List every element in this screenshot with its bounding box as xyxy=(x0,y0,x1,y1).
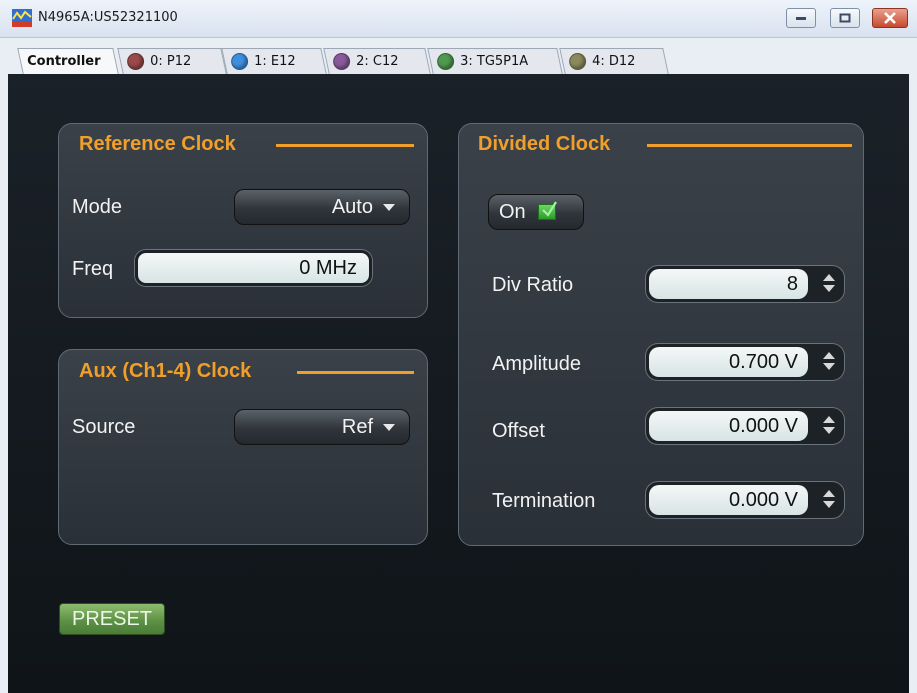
source-value: Ref xyxy=(341,415,373,438)
amplitude-label: Amplitude xyxy=(492,353,581,375)
div-ratio-value: 8 xyxy=(649,269,808,299)
spin-arrows-icon[interactable] xyxy=(822,416,836,436)
termination-value: 0.000 V xyxy=(649,485,808,515)
tab-label: Controller xyxy=(27,54,101,69)
spin-arrows-icon[interactable] xyxy=(822,352,836,372)
aux-clock-group: Aux (Ch1-4) Clock Source Ref xyxy=(58,349,428,545)
checkmark-icon xyxy=(537,201,557,220)
divided-clock-toggle[interactable]: On xyxy=(488,194,584,230)
div-ratio-label: Div Ratio xyxy=(492,274,574,296)
group-title: Divided Clock xyxy=(478,133,611,155)
maximize-icon xyxy=(839,13,851,23)
status-dot-icon xyxy=(569,53,587,70)
group-divider xyxy=(647,144,852,147)
mode-value: Auto xyxy=(331,195,373,218)
group-title: Reference Clock xyxy=(79,133,236,155)
tab-tg5p1a[interactable]: 3: TG5P1A xyxy=(427,48,563,74)
offset-label: Offset xyxy=(492,420,545,442)
mode-label: Mode xyxy=(72,196,123,218)
app-icon xyxy=(12,9,32,27)
close-icon xyxy=(884,12,896,24)
amplitude-value: 0.700 V xyxy=(649,347,808,377)
tab-label: 4: D12 xyxy=(592,54,636,69)
freq-label: Freq xyxy=(72,258,114,280)
offset-value: 0.000 V xyxy=(649,411,808,441)
close-button[interactable] xyxy=(872,8,908,28)
status-dot-icon xyxy=(333,53,351,70)
tab-e12[interactable]: 1: E12 xyxy=(221,48,327,74)
tab-label: 0: P12 xyxy=(150,54,192,69)
tab-controller[interactable]: Controller xyxy=(17,48,119,74)
title-bar: N4965A:US52321100 xyxy=(0,0,917,38)
source-label: Source xyxy=(72,416,136,438)
tab-c12[interactable]: 2: C12 xyxy=(323,48,431,74)
freq-value: 0 MHz xyxy=(299,256,357,279)
status-dot-icon xyxy=(437,53,455,70)
tab-p12[interactable]: 0: P12 xyxy=(117,48,227,74)
status-dot-icon xyxy=(231,53,249,70)
preset-button[interactable]: PRESET xyxy=(59,603,165,635)
offset-spinbox[interactable]: 0.000 V xyxy=(646,408,844,444)
source-dropdown[interactable]: Ref xyxy=(234,409,410,445)
termination-spinbox[interactable]: 0.000 V xyxy=(646,482,844,518)
tab-label: 2: C12 xyxy=(356,54,399,69)
reference-clock-group: Reference Clock Mode Auto Freq 0 MHz xyxy=(58,123,428,318)
divided-clock-group: Divided Clock On Div Ratio 8 Amplitude 0… xyxy=(458,123,864,546)
window-frame xyxy=(909,74,917,693)
group-divider xyxy=(276,144,414,147)
window-title: N4965A:US52321100 xyxy=(38,10,178,25)
group-title: Aux (Ch1-4) Clock xyxy=(79,360,252,382)
amplitude-spinbox[interactable]: 0.700 V xyxy=(646,344,844,380)
tab-label: 3: TG5P1A xyxy=(460,54,529,69)
controller-panel: Reference Clock Mode Auto Freq 0 MHz Aux… xyxy=(8,74,909,693)
tab-d12[interactable]: 4: D12 xyxy=(559,48,669,74)
tab-strip: Controller 0: P12 1: E12 2: C12 3: TG5P1… xyxy=(0,38,917,74)
div-ratio-spinbox[interactable]: 8 xyxy=(646,266,844,302)
minimize-button[interactable] xyxy=(786,8,816,28)
spin-arrows-icon[interactable] xyxy=(822,274,836,294)
chevron-down-icon xyxy=(383,203,395,211)
status-dot-icon xyxy=(127,53,145,70)
freq-field[interactable]: 0 MHz xyxy=(135,250,372,286)
tab-label: 1: E12 xyxy=(254,54,296,69)
termination-label: Termination xyxy=(492,490,596,512)
mode-dropdown[interactable]: Auto xyxy=(234,189,410,225)
spin-arrows-icon[interactable] xyxy=(822,490,836,510)
chevron-down-icon xyxy=(383,423,395,431)
maximize-button[interactable] xyxy=(830,8,860,28)
toggle-label: On xyxy=(499,200,526,223)
minimize-icon xyxy=(796,17,806,20)
group-divider xyxy=(297,371,414,374)
